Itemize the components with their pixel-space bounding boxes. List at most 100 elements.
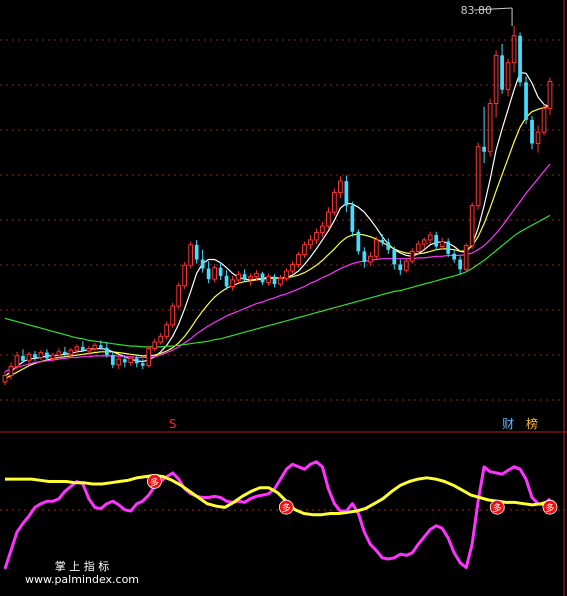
candle-body bbox=[296, 254, 301, 265]
candle-body bbox=[128, 357, 134, 363]
candle bbox=[170, 302, 176, 329]
candle bbox=[487, 98, 493, 157]
candle-body bbox=[38, 352, 44, 359]
signal-marker: 多 bbox=[489, 499, 505, 515]
candle-body bbox=[266, 276, 271, 283]
candle-body bbox=[409, 250, 415, 262]
candle-body bbox=[200, 259, 205, 269]
candle-body bbox=[284, 270, 289, 279]
candle-body bbox=[158, 335, 164, 343]
candle-body bbox=[530, 119, 534, 144]
candle bbox=[188, 241, 194, 269]
candle-body bbox=[547, 81, 553, 109]
candle-body bbox=[224, 275, 229, 287]
candle bbox=[350, 201, 355, 237]
candle-body bbox=[182, 264, 188, 287]
candle-body bbox=[98, 345, 103, 348]
candle-body bbox=[248, 276, 253, 280]
candle bbox=[518, 32, 522, 87]
candle-body bbox=[439, 241, 445, 247]
candle-body bbox=[518, 35, 522, 83]
candle-body bbox=[392, 249, 397, 265]
candle-body bbox=[511, 35, 517, 64]
candle-body bbox=[188, 244, 194, 266]
candle-body bbox=[535, 131, 541, 145]
candle-body bbox=[86, 348, 92, 352]
candle-body bbox=[236, 273, 241, 281]
watermark-url: www.palmindex.com bbox=[25, 573, 139, 586]
candle-body bbox=[164, 324, 170, 337]
candle-body bbox=[272, 276, 277, 285]
candle-body bbox=[421, 239, 427, 245]
candle-body bbox=[332, 192, 337, 213]
stock-chart: 83.80 S财榜 多多多多 掌 上 指 标 www.palmindex.com bbox=[0, 0, 567, 596]
candle-body bbox=[56, 351, 62, 356]
candle-body bbox=[308, 239, 313, 246]
candle-body bbox=[356, 231, 361, 252]
candle-body bbox=[320, 225, 325, 234]
candle-body bbox=[415, 243, 421, 252]
candle-body bbox=[350, 205, 355, 232]
candle-body bbox=[254, 272, 259, 278]
candle-body bbox=[68, 349, 74, 355]
candle bbox=[176, 282, 182, 310]
candle bbox=[541, 104, 547, 136]
candle-body bbox=[427, 234, 433, 241]
candle-body bbox=[373, 239, 379, 257]
signal-marker-text: 多 bbox=[545, 502, 554, 514]
candle-body bbox=[230, 279, 235, 287]
candle-body bbox=[493, 54, 499, 105]
candle bbox=[182, 261, 188, 289]
candle-body bbox=[380, 239, 385, 243]
candle-body bbox=[326, 211, 331, 227]
candle-body bbox=[242, 274, 247, 280]
candle-body bbox=[170, 305, 176, 326]
candle bbox=[469, 202, 475, 249]
candle-body bbox=[176, 285, 182, 307]
candle-body bbox=[260, 273, 265, 283]
candle-body bbox=[344, 181, 349, 206]
candle bbox=[356, 229, 361, 255]
candle-body bbox=[110, 355, 115, 365]
candle-body bbox=[81, 346, 85, 351]
candle-body bbox=[386, 242, 391, 250]
signal-marker-text: 多 bbox=[150, 476, 159, 488]
candle-body bbox=[8, 366, 14, 376]
signal-marker: 多 bbox=[278, 499, 294, 515]
signal-marker: 多 bbox=[147, 473, 162, 489]
price-marker: 榜 bbox=[526, 416, 538, 431]
candle-body bbox=[194, 244, 199, 260]
candle-body bbox=[452, 253, 457, 260]
candle bbox=[332, 188, 337, 216]
candle-body bbox=[33, 354, 37, 358]
candle-body bbox=[26, 353, 32, 362]
candle bbox=[403, 258, 409, 273]
signal-marker: 多 bbox=[542, 499, 558, 515]
candle-body bbox=[92, 344, 98, 350]
candle-body bbox=[45, 352, 49, 359]
candle-body bbox=[446, 241, 451, 254]
candle-body bbox=[398, 264, 403, 271]
candle-body bbox=[152, 341, 158, 350]
candle-body bbox=[541, 107, 547, 133]
peak-label: 83.80 bbox=[461, 4, 493, 17]
candle-body bbox=[367, 255, 373, 263]
candle-body bbox=[469, 205, 475, 247]
candle-body bbox=[218, 267, 223, 276]
signal-marker-text: 多 bbox=[493, 502, 502, 514]
candle-body bbox=[434, 235, 439, 247]
candle-body bbox=[140, 363, 145, 366]
candle-body bbox=[122, 359, 127, 363]
candle-body bbox=[463, 245, 469, 270]
candle-body bbox=[146, 348, 152, 367]
candle-body bbox=[500, 55, 504, 90]
candle bbox=[524, 76, 528, 124]
candle-body bbox=[206, 268, 211, 280]
candle-body bbox=[14, 355, 20, 368]
candle-body bbox=[2, 375, 8, 383]
candle-body bbox=[458, 259, 463, 270]
candle bbox=[146, 346, 152, 368]
candle-body bbox=[104, 347, 109, 356]
candle-body bbox=[314, 232, 319, 241]
candle-body bbox=[116, 358, 122, 366]
